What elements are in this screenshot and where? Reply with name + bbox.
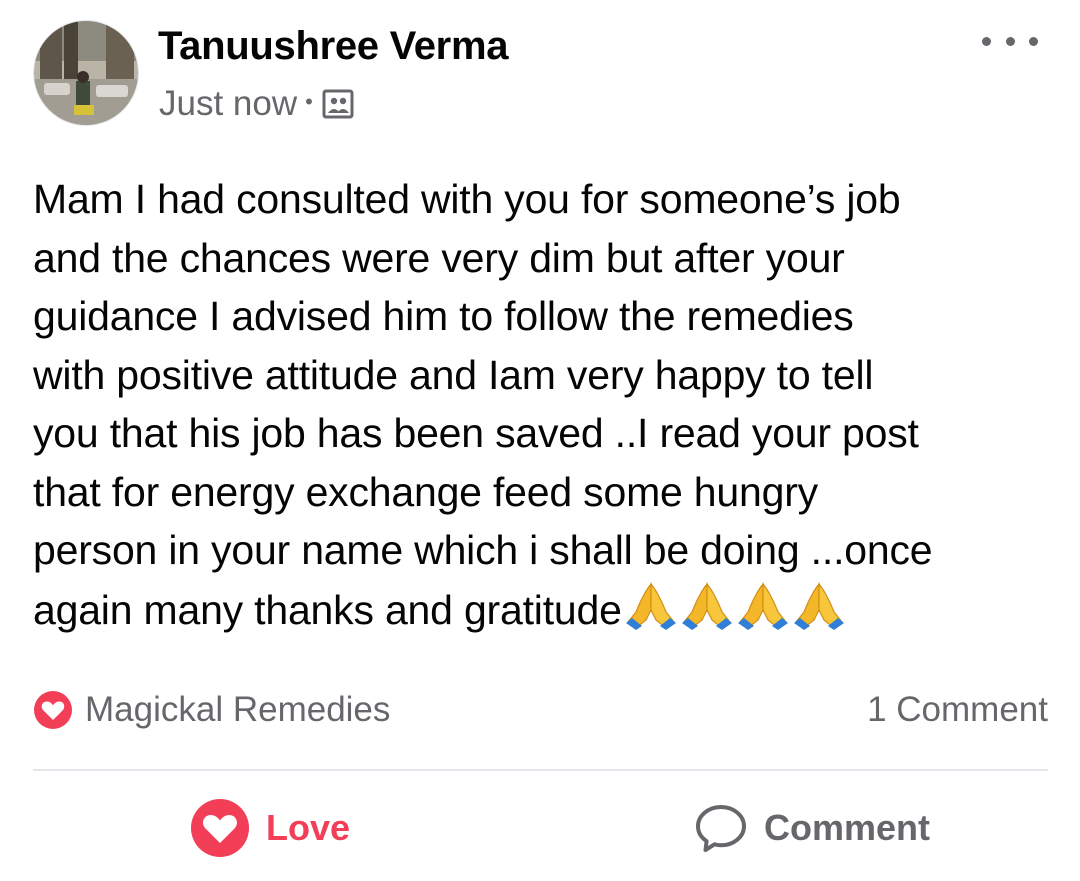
post-text-line: and the chances were very dim but after … xyxy=(33,234,845,281)
comment-count[interactable]: 1 Comment xyxy=(867,690,1048,730)
post-text-line: Mam I had consulted with you for someone… xyxy=(33,176,901,222)
more-dot xyxy=(982,36,991,46)
folded-hands-emoji xyxy=(736,580,790,634)
meta-separator: • xyxy=(305,89,313,114)
author-avatar[interactable] xyxy=(33,20,139,126)
author-name[interactable]: Tanuushree Verma xyxy=(158,24,508,69)
post-text-line: guidance I advised him to follow the rem… xyxy=(33,293,854,339)
group-privacy-icon xyxy=(322,88,354,120)
post-card: Tanuushree Verma Just now • Mam I had co… xyxy=(0,0,1080,881)
love-button-label: Love xyxy=(266,807,351,848)
post-text: Mam I had consulted with you for someone… xyxy=(33,170,1053,639)
love-reaction-icon xyxy=(34,691,72,729)
comment-bubble-icon xyxy=(696,805,746,852)
post-text-line: you that his job has been saved ..I read… xyxy=(33,410,919,456)
post-timestamp[interactable]: Just now xyxy=(159,84,297,124)
more-dot xyxy=(1029,36,1038,46)
reaction-summary[interactable]: Magickal Remedies xyxy=(33,690,390,730)
action-divider xyxy=(33,769,1048,771)
post-text-line: with positive attitude and Iam very happ… xyxy=(33,351,874,398)
post-text-line: person in your name which i shall be doi… xyxy=(33,527,933,573)
post-text-last-line: again many thanks and gratitude xyxy=(33,580,1053,640)
folded-hands-emoji xyxy=(624,580,678,634)
more-dot xyxy=(1005,36,1015,46)
more-options-icon[interactable] xyxy=(982,24,1038,58)
love-reaction-icon xyxy=(191,799,249,857)
post-text-line: that for energy exchange feed some hungr… xyxy=(33,468,818,515)
folded-hands-emoji xyxy=(680,580,734,634)
comment-button[interactable]: Comment xyxy=(694,796,930,860)
comment-button-label: Comment xyxy=(764,807,931,848)
love-button[interactable]: Love xyxy=(190,796,350,860)
folded-hands-emoji xyxy=(792,580,846,634)
post-text-line: again many thanks and gratitude xyxy=(33,586,622,633)
reactor-name: Magickal Remedies xyxy=(85,690,391,729)
post-meta: Just now • xyxy=(159,84,354,124)
